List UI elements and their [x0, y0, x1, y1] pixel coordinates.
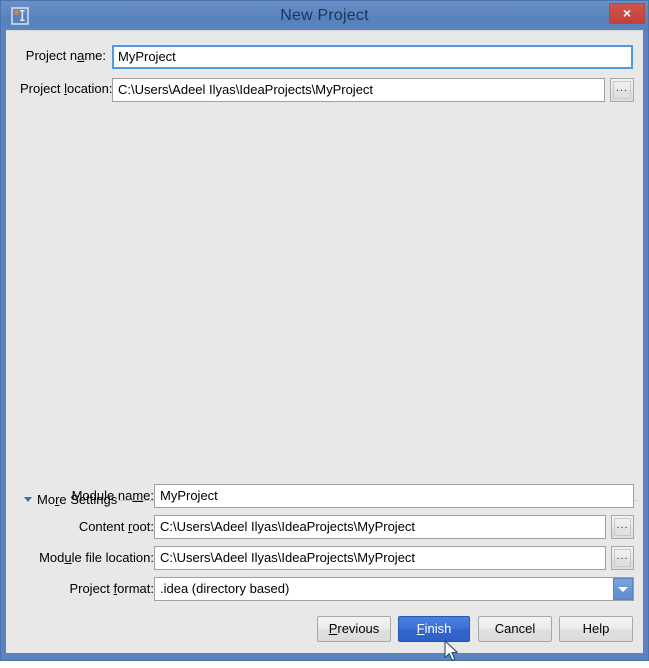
cancel-button[interactable]: Cancel: [478, 616, 552, 642]
close-icon: ×: [622, 5, 632, 21]
project-name-label: Project name:: [25, 48, 106, 63]
close-button[interactable]: ×: [609, 3, 645, 24]
project-format-select[interactable]: .idea (directory based): [154, 577, 634, 601]
new-project-dialog-window: New Project × Project name: MyProject Pr…: [0, 0, 649, 661]
ellipsis-icon: ...: [614, 518, 631, 536]
module-name-input[interactable]: MyProject: [154, 484, 634, 508]
more-settings-expand-chevron-down-icon[interactable]: [24, 497, 32, 502]
project-location-label: Project location:: [20, 81, 113, 96]
project-name-input[interactable]: MyProject: [112, 45, 633, 69]
title-bar[interactable]: New Project ×: [1, 1, 648, 30]
module-file-location-input[interactable]: C:\Users\Adeel Ilyas\IdeaProjects\MyProj…: [154, 546, 606, 570]
ellipsis-icon: ...: [614, 549, 631, 567]
previous-button[interactable]: Previous: [317, 616, 391, 642]
content-root-label: Content root:: [78, 519, 154, 534]
chevron-down-icon: [618, 587, 628, 592]
ellipsis-icon: ...: [613, 81, 631, 99]
help-button[interactable]: Help: [559, 616, 633, 642]
module-file-location-browse-button[interactable]: ...: [611, 546, 634, 570]
module-name-label: Module name:: [71, 488, 154, 503]
project-format-dropdown-button[interactable]: [613, 578, 633, 600]
content-root-input[interactable]: C:\Users\Adeel Ilyas\IdeaProjects\MyProj…: [154, 515, 606, 539]
window-title: New Project: [280, 7, 369, 24]
content-root-browse-button[interactable]: ...: [611, 515, 634, 539]
finish-button[interactable]: Finish: [398, 616, 470, 642]
project-location-browse-button[interactable]: ...: [610, 78, 634, 102]
dialog-client-area: Project name: MyProject Project location…: [6, 30, 643, 653]
project-location-input[interactable]: C:\Users\Adeel Ilyas\IdeaProjects\MyProj…: [112, 78, 605, 102]
module-file-location-label: Module file location:: [39, 550, 154, 565]
project-format-label: Project format:: [69, 581, 154, 596]
